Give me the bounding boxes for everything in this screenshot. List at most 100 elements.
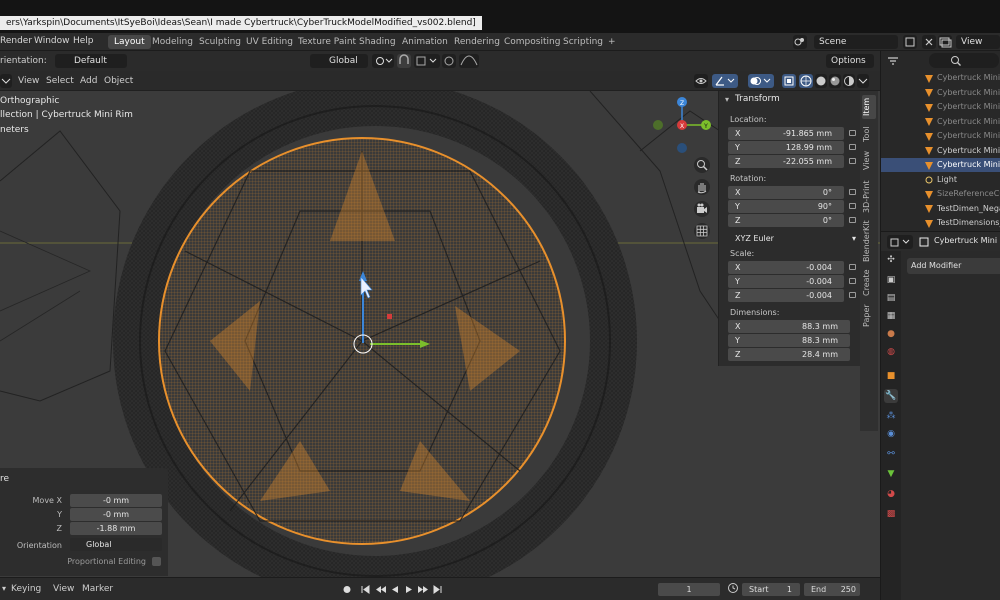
tab-texture-paint[interactable]: Texture Paint (292, 35, 362, 49)
view-layer-properties-icon[interactable]: ▦ (884, 309, 898, 323)
menu-view[interactable]: View (53, 582, 74, 596)
outliner-item[interactable]: TestDimen_Nega (881, 202, 1000, 216)
material-properties-icon[interactable]: ◕ (884, 487, 898, 501)
tab-item[interactable]: Item (862, 95, 876, 119)
outliner-item[interactable]: Cybertruck Mini F (881, 100, 1000, 114)
location-x-field[interactable]: X -91.865 mm (728, 127, 844, 140)
collapse-icon[interactable]: ▾ (725, 95, 729, 104)
shading-options-icon[interactable] (857, 74, 869, 88)
start-frame-field[interactable]: Start 1 (742, 583, 800, 596)
next-keyframe-icon[interactable] (418, 586, 428, 593)
current-frame-field[interactable]: 1 (658, 583, 720, 596)
outliner-item[interactable]: TestDimensions_ (881, 216, 1000, 230)
constraints-properties-icon[interactable]: ⚯ (884, 447, 898, 461)
menu-marker[interactable]: Marker (82, 582, 113, 596)
playback-controls[interactable] (340, 583, 446, 596)
visibility-icon[interactable] (694, 74, 708, 88)
outliner-item[interactable]: Cybertruck Mini F (881, 144, 1000, 158)
scene-selector[interactable]: Scene (814, 35, 898, 49)
editor-type-dropdown[interactable] (887, 235, 913, 249)
menu-render[interactable]: Render (0, 36, 32, 46)
delete-scene-icon[interactable] (922, 35, 936, 49)
world-properties-icon[interactable]: ◍ (884, 345, 898, 359)
menu-window[interactable]: Window (34, 36, 70, 46)
snap-settings-icon[interactable] (414, 54, 440, 68)
wireframe-shading-icon[interactable] (799, 74, 813, 88)
rotation-z-field[interactable]: Z 0° (728, 214, 844, 227)
lock-icon[interactable] (849, 130, 856, 136)
menu-select[interactable]: Select (46, 74, 74, 88)
rendered-shading-icon[interactable] (843, 74, 855, 88)
tab-modeling[interactable]: Modeling (146, 35, 199, 49)
rotation-y-field[interactable]: Y 90° (728, 200, 844, 213)
redo-panel-title[interactable]: re (0, 474, 9, 484)
data-properties-icon[interactable]: ▼ (884, 467, 898, 481)
pan-hand-icon[interactable] (694, 179, 710, 195)
outliner-item[interactable]: Light (881, 173, 1000, 187)
lock-icon[interactable] (849, 158, 856, 164)
new-scene-icon[interactable] (903, 35, 917, 49)
end-frame-field[interactable]: End 250 (804, 583, 860, 596)
scale-x-field[interactable]: X -0.004 (728, 261, 844, 274)
prev-keyframe-icon[interactable] (376, 586, 386, 593)
dimensions-y-field[interactable]: Y 88.3 mm (728, 334, 850, 347)
jump-start-icon[interactable] (361, 585, 370, 594)
outliner-item[interactable]: Cybertruck Mini F (881, 115, 1000, 129)
snap-icon[interactable] (397, 54, 411, 68)
move-z-field[interactable]: -1.88 mm (70, 522, 162, 535)
move-x-field[interactable]: -0 mm (70, 494, 162, 507)
tab-3d-print[interactable]: 3D-Print (862, 179, 876, 215)
scene-properties-icon[interactable]: ● (884, 327, 898, 341)
tab-sculpting[interactable]: Sculpting (193, 35, 247, 49)
tab-uv-editing[interactable]: UV Editing (240, 35, 299, 49)
outliner-item[interactable]: Cybertruck Mini F (881, 86, 1000, 100)
record-icon[interactable] (343, 586, 351, 593)
tab-tool[interactable]: Tool (862, 123, 876, 145)
scale-z-field[interactable]: Z -0.004 (728, 289, 844, 302)
play-reverse-icon[interactable] (392, 586, 398, 593)
overlay-toggle-icon[interactable] (748, 74, 774, 88)
gizmo-toggle-icon[interactable] (712, 74, 738, 88)
transform-section-title[interactable]: Transform (735, 94, 780, 104)
tab-view[interactable]: View (862, 149, 876, 173)
tab-blenderkit[interactable]: BlenderKit (862, 219, 876, 263)
lock-icon[interactable] (849, 292, 856, 298)
lock-icon[interactable] (849, 278, 856, 284)
outliner-item[interactable]: Cybertruck Mini F (881, 129, 1000, 143)
add-workspace-button[interactable]: + (602, 35, 622, 49)
view-layer-icon[interactable] (938, 35, 952, 49)
pivot-point-icon[interactable] (372, 54, 394, 68)
navigation-gizmo[interactable]: Z Y X (650, 93, 714, 157)
proportional-edit-icon[interactable] (442, 54, 456, 68)
jump-end-icon[interactable] (433, 585, 442, 594)
menu-help[interactable]: Help (73, 36, 94, 46)
transform-orientation-dropdown[interactable]: Global (310, 54, 368, 68)
modifier-properties-icon[interactable]: 🔧 (884, 389, 898, 403)
camera-icon[interactable] (694, 201, 710, 217)
add-modifier-button[interactable]: Add Modifier (907, 258, 1000, 274)
object-properties-icon[interactable]: ■ (884, 369, 898, 383)
lock-icon[interactable] (849, 203, 856, 209)
outliner-item[interactable]: Cybertruck Mini R (881, 71, 1000, 85)
view-layer-selector[interactable]: View Laye (956, 35, 1000, 61)
tab-paper[interactable]: Paper (862, 303, 876, 329)
lock-icon[interactable] (849, 264, 856, 270)
scene-icon[interactable] (793, 35, 807, 49)
menu-add[interactable]: Add (80, 74, 97, 88)
tab-shading[interactable]: Shading (353, 35, 402, 49)
physics-properties-icon[interactable]: ◉ (884, 427, 898, 441)
editor-type-icon[interactable] (0, 74, 12, 88)
particles-properties-icon[interactable]: ⁂ (884, 409, 898, 423)
grid-icon[interactable] (694, 223, 710, 239)
outliner-item[interactable]: SizeReferenceCu (881, 187, 1000, 201)
clock-icon[interactable] (727, 581, 739, 600)
rotation-mode-dropdown[interactable]: XYZ Euler ▾ (728, 232, 858, 245)
menu-view[interactable]: View (18, 74, 39, 88)
falloff-icon[interactable] (459, 54, 479, 68)
filter-icon[interactable] (885, 54, 901, 68)
tab-animation[interactable]: Animation (396, 35, 454, 49)
options-dropdown[interactable]: Options (826, 54, 874, 68)
outliner-search-input[interactable] (929, 53, 999, 68)
move-y-field[interactable]: -0 mm (70, 508, 162, 521)
orientation-dropdown[interactable]: Default (55, 54, 127, 68)
